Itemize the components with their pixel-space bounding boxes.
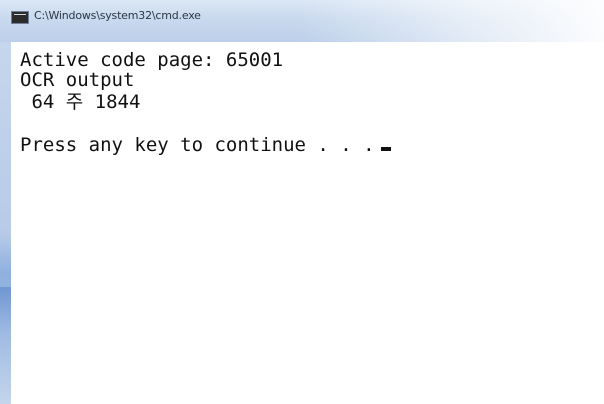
console-line-prompt: Press any key to continue . . . (20, 135, 391, 155)
console-output-area[interactable]: Active code page: 65001 OCR output 64 주 … (11, 42, 604, 362)
title-bar-gradient (300, 0, 604, 42)
text-cursor (380, 147, 391, 151)
window-title: C:\Windows\system32\cmd.exe (34, 9, 201, 22)
cmd-window: C:\Windows\system32\cmd.exe Active code … (0, 0, 604, 404)
window-left-frame (0, 42, 11, 404)
console-line-ocr-result: 64 주 1844 (20, 91, 141, 113)
console-icon[interactable] (11, 11, 29, 24)
console-line-code-page: Active code page: 65001 (20, 49, 284, 71)
prompt-text: Press any key to continue . . . (20, 134, 375, 156)
window-frame-shade (0, 287, 11, 404)
console-line-ocr-header: OCR output (20, 69, 135, 91)
title-bar[interactable]: C:\Windows\system32\cmd.exe (0, 0, 604, 42)
